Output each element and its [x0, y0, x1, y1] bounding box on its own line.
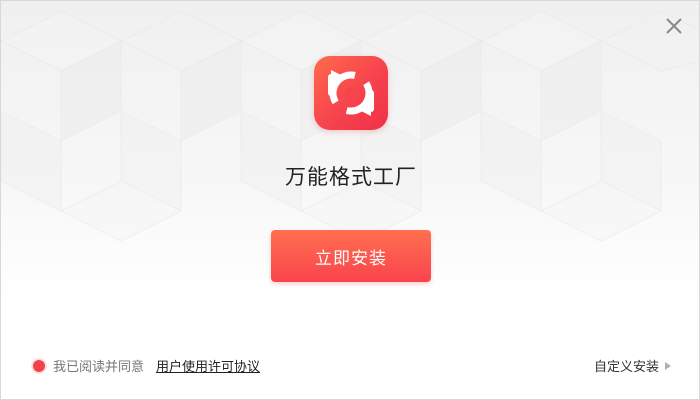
- close-icon: [666, 18, 682, 34]
- custom-install-label: 自定义安装: [593, 360, 659, 375]
- agree-text: 我已阅读并同意: [53, 360, 145, 375]
- install-now-button[interactable]: 立即安装: [271, 230, 431, 282]
- close-button[interactable]: [663, 15, 685, 37]
- refresh-arrows-icon: [328, 70, 374, 116]
- user-agreement-link[interactable]: 用户使用许可协议: [156, 356, 260, 375]
- agreement-row: 我已阅读并同意 用户使用许可协议: [33, 356, 260, 375]
- app-title: 万能格式工厂: [285, 165, 417, 189]
- agree-checkbox[interactable]: [33, 359, 45, 372]
- custom-install-link[interactable]: 自定义安装: [594, 356, 671, 375]
- app-logo: [314, 56, 388, 130]
- triangle-right-icon: [665, 361, 671, 370]
- installer-window: 万能格式工厂 立即安装 我已阅读并同意 用户使用许可协议 自定义安装: [0, 0, 700, 400]
